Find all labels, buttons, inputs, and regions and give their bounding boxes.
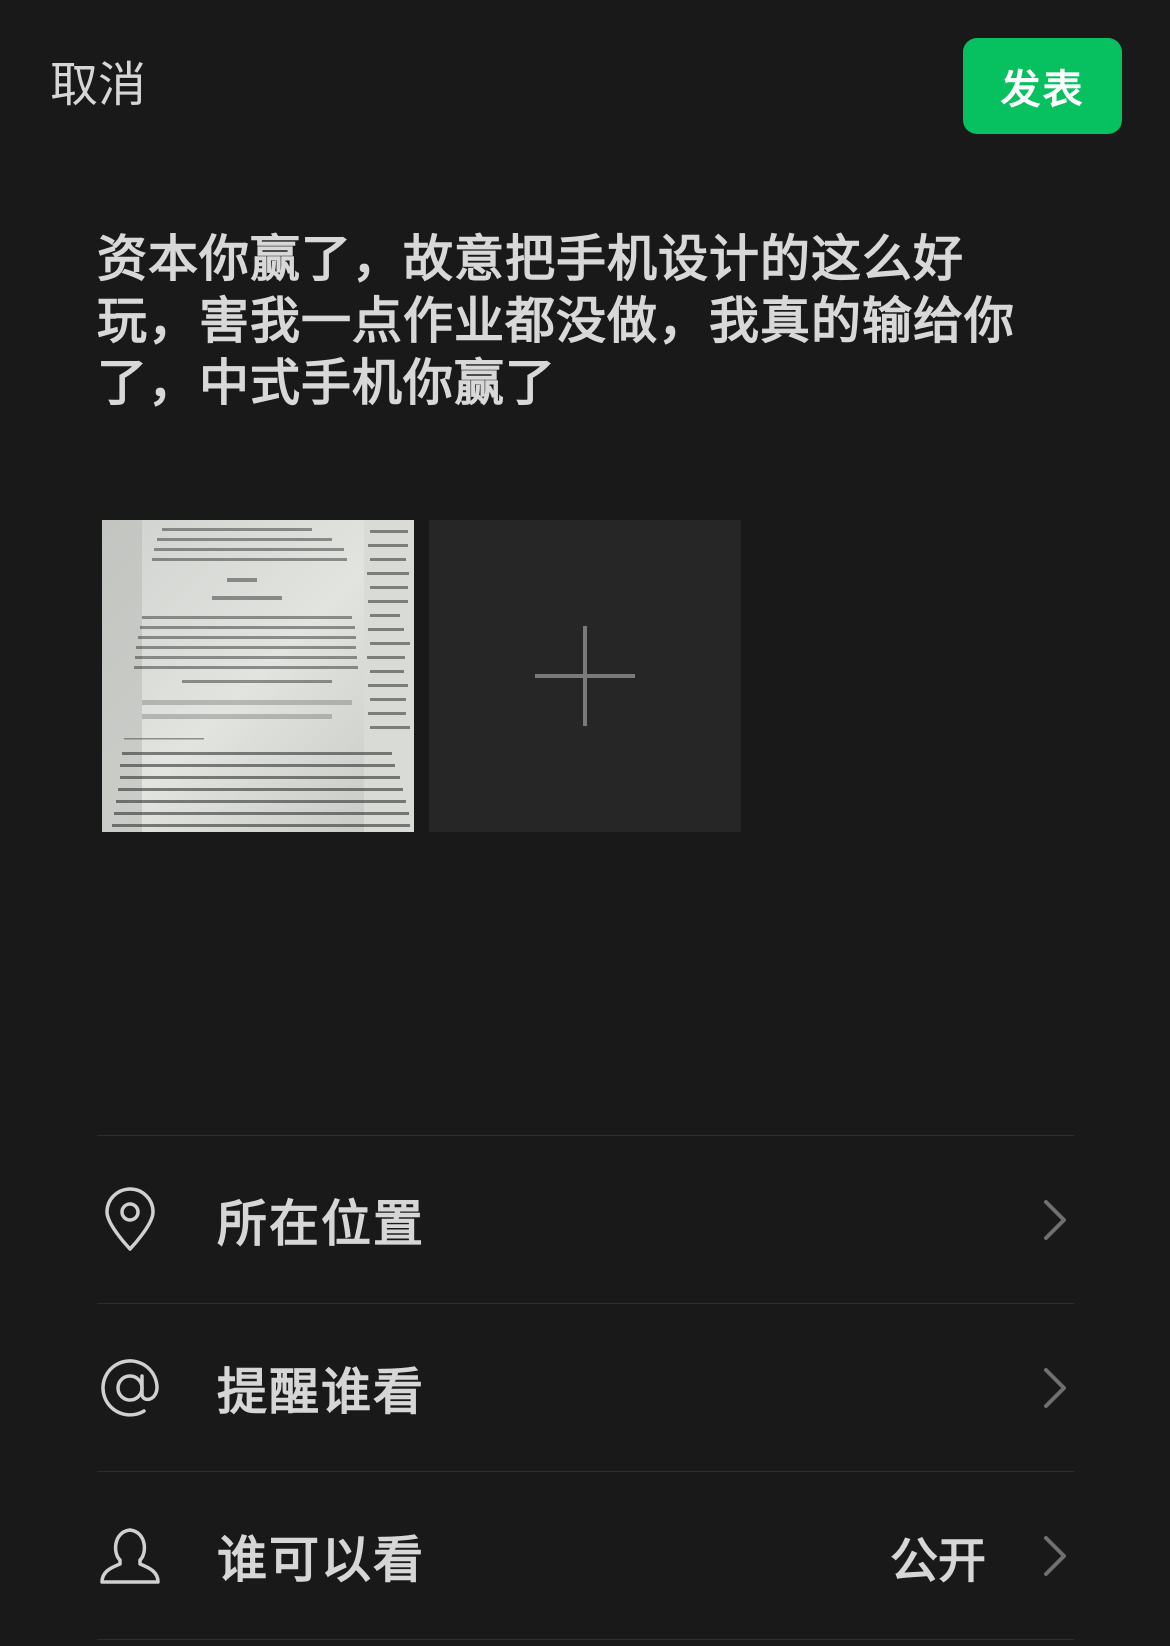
option-location[interactable]: 所在位置 (97, 1136, 1074, 1304)
compose-moment-screen: 取消 发表 资本你赢了，故意把手机设计的这么好玩，害我一点作业都没做，我真的输给… (0, 0, 1170, 1646)
option-label: 提醒谁看 (217, 1362, 425, 1421)
at-sign-icon (97, 1355, 163, 1421)
post-text-input[interactable]: 资本你赢了，故意把手机设计的这么好玩，害我一点作业都没做，我真的输给你了，中式手… (97, 228, 1057, 414)
chevron-right-icon (1044, 1535, 1066, 1576)
option-mention[interactable]: 提醒谁看 (97, 1304, 1074, 1472)
photo-thumbnail[interactable] (102, 520, 414, 832)
media-grid (102, 520, 741, 832)
cancel-button[interactable]: 取消 (50, 55, 146, 115)
person-icon (97, 1523, 163, 1589)
option-visibility[interactable]: 谁可以看 公开 (97, 1472, 1074, 1640)
option-label: 谁可以看 (217, 1530, 425, 1589)
top-bar: 取消 发表 (0, 0, 1170, 150)
plus-icon (535, 626, 635, 726)
book-page-image (102, 520, 414, 832)
location-pin-icon (97, 1186, 163, 1253)
chevron-right-icon (1044, 1367, 1066, 1408)
add-photo-button[interactable] (429, 520, 741, 832)
post-options-list: 所在位置 提醒谁看 谁可以看 公开 (97, 1135, 1074, 1640)
publish-button[interactable]: 发表 (963, 38, 1122, 134)
chevron-right-icon (1044, 1199, 1066, 1240)
option-label: 所在位置 (217, 1194, 425, 1253)
visibility-value: 公开 (889, 1532, 986, 1589)
